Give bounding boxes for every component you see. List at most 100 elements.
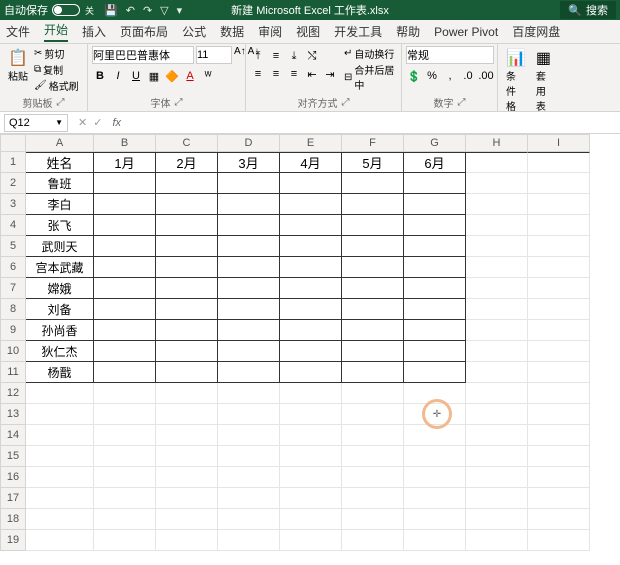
cell-C3[interactable] bbox=[156, 194, 218, 215]
menu-power-pivot[interactable]: Power Pivot bbox=[434, 25, 498, 39]
undo-icon[interactable]: ↶ bbox=[126, 4, 135, 17]
decrease-decimal-button[interactable]: .00 bbox=[478, 68, 494, 84]
comma-button[interactable]: , bbox=[442, 68, 458, 84]
cell-D18[interactable] bbox=[218, 509, 280, 530]
cell-C1[interactable]: 2月 bbox=[156, 152, 218, 173]
row-header-3[interactable]: 3 bbox=[0, 194, 26, 215]
format-painter-button[interactable]: 🖌格式刷 bbox=[34, 78, 79, 93]
row-header-8[interactable]: 8 bbox=[0, 299, 26, 320]
cell-A8[interactable]: 刘备 bbox=[26, 299, 94, 320]
cell-A16[interactable] bbox=[26, 467, 94, 488]
cell-F3[interactable] bbox=[342, 194, 404, 215]
cell-G5[interactable] bbox=[404, 236, 466, 257]
cell-H12[interactable] bbox=[466, 383, 528, 404]
cell-A18[interactable] bbox=[26, 509, 94, 530]
cell-H7[interactable] bbox=[466, 278, 528, 299]
cell-C17[interactable] bbox=[156, 488, 218, 509]
cell-H18[interactable] bbox=[466, 509, 528, 530]
menu-layout[interactable]: 页面布局 bbox=[120, 23, 168, 40]
chevron-down-icon[interactable]: ▼ bbox=[55, 118, 63, 127]
menu-dev[interactable]: 开发工具 bbox=[334, 23, 382, 40]
cell-D5[interactable] bbox=[218, 236, 280, 257]
cell-I1[interactable] bbox=[528, 152, 590, 173]
menu-file[interactable]: 文件 bbox=[6, 23, 30, 40]
cell-F19[interactable] bbox=[342, 530, 404, 551]
cell-I18[interactable] bbox=[528, 509, 590, 530]
auto-save-toggle[interactable]: 自动保存 关 bbox=[4, 2, 94, 18]
increase-decimal-button[interactable]: .0 bbox=[460, 68, 476, 84]
row-header-19[interactable]: 19 bbox=[0, 530, 26, 551]
align-top-button[interactable]: ⤒ bbox=[250, 48, 266, 64]
border-button[interactable]: ▦ bbox=[146, 68, 162, 84]
row-header-7[interactable]: 7 bbox=[0, 278, 26, 299]
cell-D16[interactable] bbox=[218, 467, 280, 488]
cell-I14[interactable] bbox=[528, 425, 590, 446]
menu-baidu[interactable]: 百度网盘 bbox=[512, 23, 560, 40]
cell-D17[interactable] bbox=[218, 488, 280, 509]
cell-F4[interactable] bbox=[342, 215, 404, 236]
cell-A11[interactable]: 杨戬 bbox=[26, 362, 94, 383]
confirm-icon[interactable]: ✓ bbox=[93, 116, 102, 129]
align-right-button[interactable]: ≡ bbox=[286, 66, 302, 82]
cell-H13[interactable] bbox=[466, 404, 528, 425]
row-header-4[interactable]: 4 bbox=[0, 215, 26, 236]
cell-C11[interactable] bbox=[156, 362, 218, 383]
cell-D10[interactable] bbox=[218, 341, 280, 362]
row-header-2[interactable]: 2 bbox=[0, 173, 26, 194]
cell-D4[interactable] bbox=[218, 215, 280, 236]
cell-D19[interactable] bbox=[218, 530, 280, 551]
cell-B12[interactable] bbox=[94, 383, 156, 404]
filter-icon[interactable]: ▽ bbox=[160, 4, 168, 17]
cell-C13[interactable] bbox=[156, 404, 218, 425]
cell-F14[interactable] bbox=[342, 425, 404, 446]
cell-B4[interactable] bbox=[94, 215, 156, 236]
cell-I2[interactable] bbox=[528, 173, 590, 194]
cell-H19[interactable] bbox=[466, 530, 528, 551]
cell-C8[interactable] bbox=[156, 299, 218, 320]
menu-review[interactable]: 审阅 bbox=[258, 23, 282, 40]
cell-D13[interactable] bbox=[218, 404, 280, 425]
cell-D1[interactable]: 3月 bbox=[218, 152, 280, 173]
cell-B17[interactable] bbox=[94, 488, 156, 509]
cell-B2[interactable] bbox=[94, 173, 156, 194]
cell-A7[interactable]: 嫦娥 bbox=[26, 278, 94, 299]
cell-F13[interactable] bbox=[342, 404, 404, 425]
cell-I10[interactable] bbox=[528, 341, 590, 362]
col-header-F[interactable]: F bbox=[342, 134, 404, 152]
row-header-6[interactable]: 6 bbox=[0, 257, 26, 278]
cell-F15[interactable] bbox=[342, 446, 404, 467]
cell-H10[interactable] bbox=[466, 341, 528, 362]
cell-F8[interactable] bbox=[342, 299, 404, 320]
menu-home[interactable]: 开始 bbox=[44, 21, 68, 42]
cell-A15[interactable] bbox=[26, 446, 94, 467]
row-header-5[interactable]: 5 bbox=[0, 236, 26, 257]
menu-help[interactable]: 帮助 bbox=[396, 23, 420, 40]
launcher-icon[interactable]: ⤢ bbox=[342, 97, 350, 108]
currency-button[interactable]: 💲 bbox=[406, 68, 422, 84]
row-header-15[interactable]: 15 bbox=[0, 446, 26, 467]
align-left-button[interactable]: ≡ bbox=[250, 66, 266, 82]
cell-G9[interactable] bbox=[404, 320, 466, 341]
menu-data[interactable]: 数据 bbox=[220, 23, 244, 40]
increase-font-icon[interactable]: A↑ bbox=[234, 46, 246, 64]
cell-E16[interactable] bbox=[280, 467, 342, 488]
formula-input[interactable] bbox=[127, 114, 620, 132]
cell-D6[interactable] bbox=[218, 257, 280, 278]
cell-A17[interactable] bbox=[26, 488, 94, 509]
cell-D15[interactable] bbox=[218, 446, 280, 467]
cell-H3[interactable] bbox=[466, 194, 528, 215]
cell-A9[interactable]: 孙尚香 bbox=[26, 320, 94, 341]
cell-B16[interactable] bbox=[94, 467, 156, 488]
cell-H5[interactable] bbox=[466, 236, 528, 257]
cut-button[interactable]: ✂剪切 bbox=[34, 46, 79, 61]
row-header-9[interactable]: 9 bbox=[0, 320, 26, 341]
cell-A1[interactable]: 姓名 bbox=[26, 152, 94, 173]
underline-button[interactable]: U bbox=[128, 68, 144, 84]
cell-E3[interactable] bbox=[280, 194, 342, 215]
cell-H8[interactable] bbox=[466, 299, 528, 320]
cell-G6[interactable] bbox=[404, 257, 466, 278]
number-format-select[interactable] bbox=[406, 46, 494, 64]
merge-center-button[interactable]: ⊟合并后居中 bbox=[344, 62, 397, 92]
col-header-E[interactable]: E bbox=[280, 134, 342, 152]
cell-I15[interactable] bbox=[528, 446, 590, 467]
